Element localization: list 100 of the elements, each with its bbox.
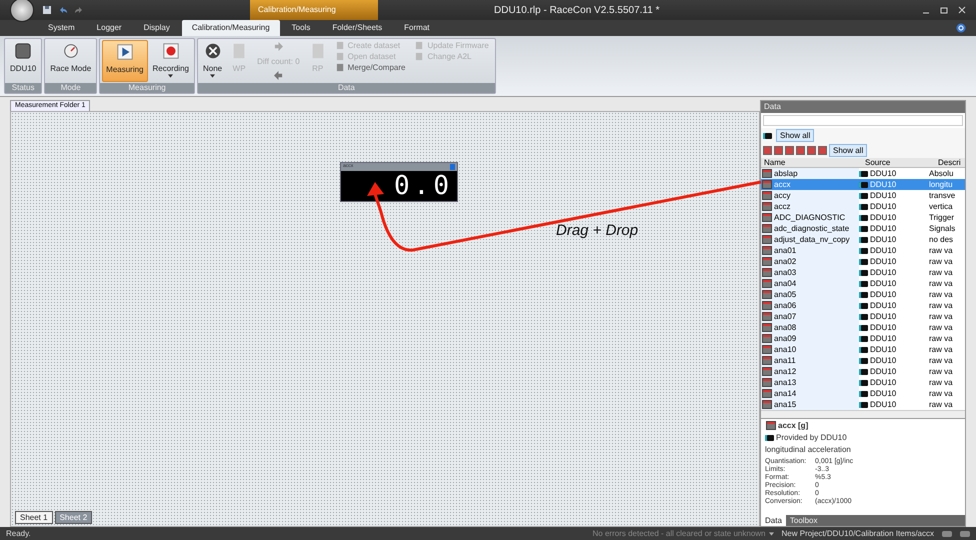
column-header[interactable]: Source xyxy=(862,158,935,167)
detail-description: longitudinal acceleration xyxy=(765,445,852,454)
column-header[interactable]: Descri xyxy=(935,158,965,167)
table-cell: DDU10 xyxy=(870,191,896,200)
ribbon-button[interactable]: Recording xyxy=(150,40,192,82)
arrow-left-icon[interactable] xyxy=(274,71,283,80)
channel-icon xyxy=(766,421,776,430)
column-header[interactable]: Name xyxy=(761,158,862,167)
close-button[interactable] xyxy=(958,6,966,14)
search-field[interactable] xyxy=(763,115,963,126)
table-row[interactable]: ana12 DDU10 raw va xyxy=(761,366,965,377)
table-cell: raw va xyxy=(929,323,953,332)
maximize-button[interactable] xyxy=(940,6,948,14)
table-cell: DDU10 xyxy=(870,213,896,222)
show-all-button[interactable]: Show all xyxy=(829,144,868,157)
ribbon-tab[interactable]: Logger xyxy=(86,20,132,36)
table-cell: DDU10 xyxy=(870,334,896,343)
table-cell: raw va xyxy=(929,345,953,354)
save-icon[interactable] xyxy=(42,5,52,15)
table-row[interactable]: ana04 DDU10 raw va xyxy=(761,278,965,289)
ribbon-tab[interactable]: Folder/Sheets xyxy=(322,20,392,36)
table-cell: raw va xyxy=(929,400,953,409)
table-row[interactable]: ana03 DDU10 raw va xyxy=(761,267,965,278)
table-cell: DDU10 xyxy=(870,356,896,365)
ribbon-button[interactable]: None xyxy=(200,40,226,82)
table-row[interactable]: adc_diagnostic_state DDU10 Signals xyxy=(761,223,965,234)
table-cell: Trigger xyxy=(929,213,954,222)
arrow-right-icon[interactable] xyxy=(274,42,283,51)
table-cell: ana08 xyxy=(774,323,796,332)
table-cell: raw va xyxy=(929,389,953,398)
table-cell: adjust_data_nv_copy xyxy=(774,235,850,244)
redo-icon[interactable] xyxy=(74,5,84,15)
ribbon-tab[interactable]: Format xyxy=(394,20,440,36)
table-cell: raw va xyxy=(929,367,953,376)
table-row[interactable]: accy DDU10 transve xyxy=(761,190,965,201)
table-cell: DDU10 xyxy=(870,224,896,233)
device-icon xyxy=(765,434,774,440)
sheet-tab[interactable]: Sheet 1 xyxy=(15,511,53,524)
table-cell: DDU10 xyxy=(870,169,896,178)
table-row[interactable]: ana06 DDU10 raw va xyxy=(761,300,965,311)
ribbon-button[interactable]: Measuring xyxy=(102,40,148,82)
table-row[interactable]: ana13 DDU10 raw va xyxy=(761,377,965,388)
table-row[interactable]: adjust_data_nv_copy DDU10 no des xyxy=(761,234,965,245)
table-row[interactable]: ana02 DDU10 raw va xyxy=(761,256,965,267)
table-cell: raw va xyxy=(929,268,953,277)
provider-text: Provided by DDU10 xyxy=(776,433,847,442)
device-icon xyxy=(763,132,772,138)
table-row[interactable]: ana01 DDU10 raw va xyxy=(761,245,965,256)
table-cell: raw va xyxy=(929,257,953,266)
table-cell: DDU10 xyxy=(870,301,896,310)
table-cell: raw va xyxy=(929,246,953,255)
panel-title: Data xyxy=(764,102,781,111)
panel-tab[interactable]: Data xyxy=(761,515,786,526)
display-value: 0.0 xyxy=(393,171,454,201)
table-row[interactable]: ana05 DDU10 raw va xyxy=(761,289,965,300)
table-row[interactable]: accz DDU10 vertica xyxy=(761,201,965,212)
table-row[interactable]: ana15 DDU10 raw va xyxy=(761,399,965,410)
table-cell: ana07 xyxy=(774,312,796,321)
ribbon-button[interactable]: DDU10 xyxy=(7,40,40,82)
table-cell: ana10 xyxy=(774,345,796,354)
table-cell: ana06 xyxy=(774,301,796,310)
horizontal-scrollbar[interactable] xyxy=(761,410,965,418)
table-cell: DDU10 xyxy=(870,246,896,255)
panel-tab[interactable]: Toolbox xyxy=(786,515,822,526)
table-cell: ana12 xyxy=(774,367,796,376)
table-cell: Signals xyxy=(929,224,956,233)
table-row[interactable]: abslap DDU10 Absolu xyxy=(761,168,965,179)
ribbon-button[interactable]: Race Mode xyxy=(47,40,94,82)
ribbon-tab[interactable]: Tools xyxy=(282,20,320,36)
show-all-button[interactable]: Show all xyxy=(776,129,814,142)
ribbon-tab[interactable]: Calibration/Measuring xyxy=(182,20,280,36)
table-cell: ana13 xyxy=(774,378,796,387)
drag-drop-annotation: Drag + Drop xyxy=(556,222,638,239)
ribbon-small-button[interactable]: Merge/Compare xyxy=(336,63,406,72)
gauge-icon xyxy=(62,42,80,60)
app-menu-button[interactable] xyxy=(10,0,34,22)
ribbon-tab[interactable]: Display xyxy=(134,20,180,36)
table-cell: DDU10 xyxy=(870,389,896,398)
table-cell: DDU10 xyxy=(870,180,896,189)
table-row[interactable]: ana07 DDU10 raw va xyxy=(761,311,965,322)
ribbon-group-label: Status xyxy=(5,83,42,93)
table-row[interactable]: ana08 DDU10 raw va xyxy=(761,322,965,333)
caret-icon xyxy=(768,532,774,536)
table-row[interactable]: ana14 DDU10 raw va xyxy=(761,388,965,399)
table-cell: DDU10 xyxy=(870,312,896,321)
ribbon-group-label: Mode xyxy=(45,83,96,93)
undo-icon[interactable] xyxy=(58,5,68,15)
table-row[interactable]: ana11 DDU10 raw va xyxy=(761,355,965,366)
table-cell: raw va xyxy=(929,356,953,365)
table-row[interactable]: ADC_DIAGNOSTIC DDU10 Trigger xyxy=(761,212,965,223)
record-icon xyxy=(162,42,180,60)
table-row[interactable]: ana09 DDU10 raw va xyxy=(761,333,965,344)
table-cell: ana05 xyxy=(774,290,796,299)
pin-icon xyxy=(450,164,455,170)
table-cell: ana04 xyxy=(774,279,796,288)
ribbon-tab[interactable]: System xyxy=(38,20,85,36)
table-cell: ana01 xyxy=(774,246,796,255)
help-icon[interactable] xyxy=(956,23,966,33)
table-row[interactable]: ana10 DDU10 raw va xyxy=(761,344,965,355)
status-text: Ready. xyxy=(6,529,31,538)
